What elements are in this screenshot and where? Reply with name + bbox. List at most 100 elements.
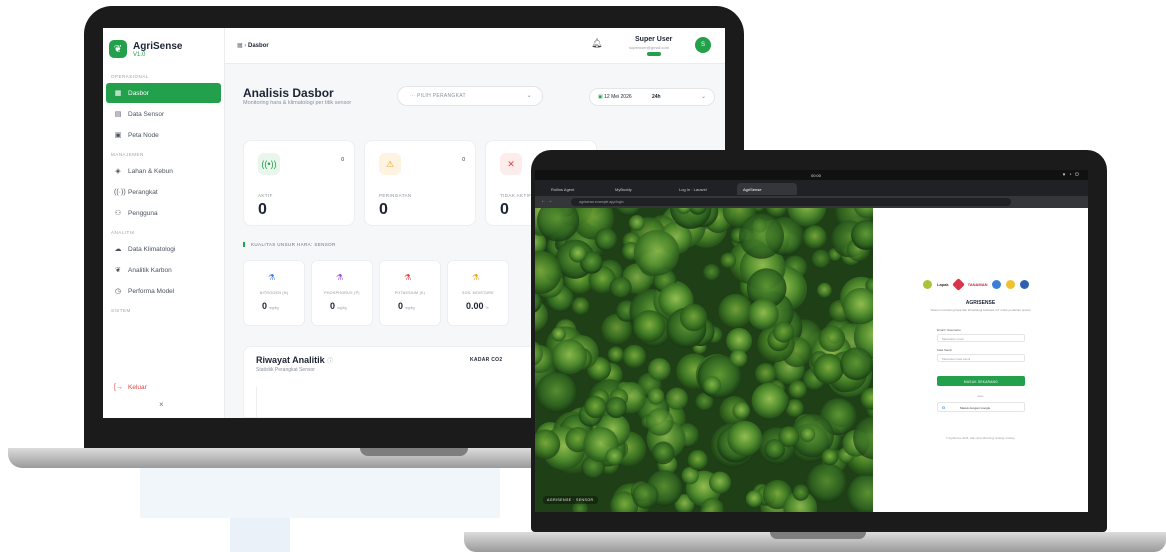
device-select-placeholder: PILIH PERANGKAT bbox=[417, 93, 466, 99]
tree-crown bbox=[665, 387, 688, 410]
tree-crown bbox=[840, 347, 873, 381]
tree-crown bbox=[718, 293, 753, 329]
signal-icon: ((•)) bbox=[258, 153, 280, 175]
browser-tab[interactable]: AgriSense bbox=[737, 183, 797, 195]
partner-logo-icon bbox=[951, 278, 965, 291]
nutrient-value-number: 0 bbox=[330, 301, 336, 311]
google-login-button[interactable]: G Masuk dengan Google bbox=[937, 402, 1025, 412]
tree-crown bbox=[551, 339, 587, 375]
tree-crown bbox=[687, 449, 708, 471]
email-label: Email / Username bbox=[937, 328, 961, 332]
login-panel: Lapak TANAMAN AGRISENSE Sistem monitorin… bbox=[873, 208, 1088, 512]
nutrient-unit: mg/kg bbox=[405, 306, 415, 310]
tree-crown bbox=[609, 276, 632, 299]
nutrient-card[interactable]: ⚗ NITROGEN (N) 0 mg/kg bbox=[243, 260, 305, 326]
tree-crown bbox=[792, 484, 810, 501]
tree-crown bbox=[568, 244, 587, 263]
nutrient-value: 0.00% bbox=[466, 301, 489, 311]
tree-crown bbox=[813, 353, 844, 384]
or-divider: atau bbox=[977, 394, 984, 398]
google-button-label: Masuk dengan Google bbox=[960, 406, 991, 410]
tree-crown bbox=[800, 426, 816, 442]
tree-crown bbox=[607, 346, 624, 363]
browser-tab[interactable]: Rollins Agent bbox=[545, 183, 605, 195]
nutrient-value-number: 0.00 bbox=[466, 301, 484, 311]
tree-crown bbox=[628, 215, 645, 231]
nutrient-card[interactable]: ⚗ SOIL MOISTURE 0.00% bbox=[447, 260, 509, 326]
stat-card[interactable]: ⚠ 0 PERINGATAN 0 bbox=[364, 140, 476, 226]
tree-crown bbox=[729, 349, 748, 368]
tree-crown bbox=[645, 408, 674, 436]
email-field[interactable]: Masukkan email bbox=[937, 334, 1025, 342]
nutrient-value: 0 mg/kg bbox=[262, 301, 279, 311]
flask-icon: ⚗ bbox=[472, 273, 480, 282]
browser-tab-strip: Rollins Agent MyBuddy Log In · Laravel Agri… bbox=[535, 180, 1088, 196]
back-icon[interactable]: ← → bbox=[541, 198, 552, 204]
nutrient-card[interactable]: ⚗ PHOSPHORUS (P) 0 mg/kg bbox=[311, 260, 373, 326]
stat-count: 0 bbox=[341, 157, 344, 163]
browser-tab[interactable]: MyBuddy bbox=[609, 183, 669, 195]
date-range-select[interactable]: ▣ 12 Mei 2026 24h ⌄ bbox=[589, 88, 715, 106]
stat-card[interactable]: ((•)) 0 AKTIF 0 bbox=[243, 140, 355, 226]
info-icon[interactable]: ⓘ bbox=[327, 359, 333, 365]
npk-section-title: KUALITAS UNSUR HARA: SENSOR bbox=[243, 242, 336, 247]
tree-crown bbox=[702, 376, 722, 395]
close-icon: ✕ bbox=[500, 153, 522, 175]
history-subtitle: Statistik Perangkat Sensor bbox=[256, 367, 315, 373]
tree-crown bbox=[818, 325, 846, 352]
os-status-icons: ▾ ◔ ⏻ bbox=[1062, 172, 1080, 178]
device-select-icon: ⋯ bbox=[410, 93, 417, 99]
date-value: 12 Mei 2026 bbox=[604, 94, 632, 100]
tree-crown bbox=[647, 387, 665, 405]
nutrient-card[interactable]: ⚗ POTASSIUM (K) 0 mg/kg bbox=[379, 260, 441, 326]
login-footer: © AgriSense 2026. Hak cipta dilindungi u… bbox=[945, 436, 1016, 440]
partner-logo-text: Lapak bbox=[937, 282, 949, 287]
tree-crown bbox=[745, 490, 763, 508]
stat-value: 0 bbox=[500, 201, 509, 218]
partner-logos: Lapak TANAMAN bbox=[923, 278, 1030, 291]
stat-label: PERINGATAN bbox=[379, 193, 412, 198]
login-button[interactable]: MASUK SEKARANG bbox=[937, 376, 1025, 386]
tree-crown bbox=[727, 420, 763, 456]
chevron-down-icon: ⌄ bbox=[526, 93, 532, 99]
google-icon: G bbox=[942, 405, 946, 410]
browser-tab[interactable]: Log In · Laravel bbox=[673, 183, 733, 195]
laptop-right-notch bbox=[770, 532, 866, 539]
flask-icon: ⚗ bbox=[336, 273, 344, 282]
nutrient-label: PHOSPHORUS (P) bbox=[324, 291, 360, 295]
page-subtitle: Monitoring hara & klimatologi per titik … bbox=[243, 100, 352, 106]
history-title: Riwayat Analitik ⓘ bbox=[256, 355, 333, 365]
login-screen: 00:00 ▾ ◔ ⏻ Rollins Agent MyBuddy Log In ·… bbox=[535, 170, 1088, 512]
password-field[interactable]: Masukkan kata sandi bbox=[937, 354, 1025, 362]
browser-toolbar: ← → agrisense.example.app/login bbox=[535, 196, 1088, 208]
image-caption: AGRISENSE · SENSOR bbox=[543, 496, 598, 504]
os-status-bar: 00:00 ▾ ◔ ⏻ bbox=[535, 170, 1088, 180]
watermark-band bbox=[140, 468, 500, 518]
tree-crown bbox=[702, 264, 721, 282]
nutrient-label: NITROGEN (N) bbox=[259, 291, 289, 295]
tree-crown bbox=[571, 297, 590, 315]
tree-crown bbox=[551, 327, 566, 342]
nutrient-value: 0 mg/kg bbox=[398, 301, 415, 311]
partner-logo-icon bbox=[923, 280, 932, 289]
history-metric-select[interactable]: KADAR CO2 bbox=[470, 357, 502, 363]
device-select[interactable]: ⋯ PILIH PERANGKAT ⌄ bbox=[397, 86, 543, 106]
page-title: Analisis Dasbor bbox=[243, 86, 334, 100]
stat-value: 0 bbox=[379, 201, 388, 218]
partner-logo-icon bbox=[992, 280, 1002, 289]
partner-logo-icon bbox=[1020, 280, 1030, 289]
nutrient-label: POTASSIUM (K) bbox=[394, 291, 426, 295]
warning-icon: ⚠ bbox=[379, 153, 401, 175]
login-title: AGRISENSE bbox=[965, 300, 996, 306]
tree-crown bbox=[739, 213, 784, 259]
laptop-left-notch bbox=[360, 448, 468, 456]
tree-crown bbox=[648, 358, 671, 381]
stat-value: 0 bbox=[258, 201, 267, 218]
nutrient-label: SOIL MOISTURE bbox=[462, 291, 494, 295]
address-bar[interactable]: agrisense.example.app/login bbox=[571, 198, 1011, 206]
promo-stage: ❦ AgriSense V1.0 OPERASIONAL ▦ Dasbor ▤ Data… bbox=[0, 0, 1166, 552]
tree-crown bbox=[536, 372, 577, 413]
history-title-text: Riwayat Analitik bbox=[256, 355, 325, 365]
tree-crown bbox=[803, 225, 827, 249]
range-value: 24h bbox=[652, 94, 661, 100]
